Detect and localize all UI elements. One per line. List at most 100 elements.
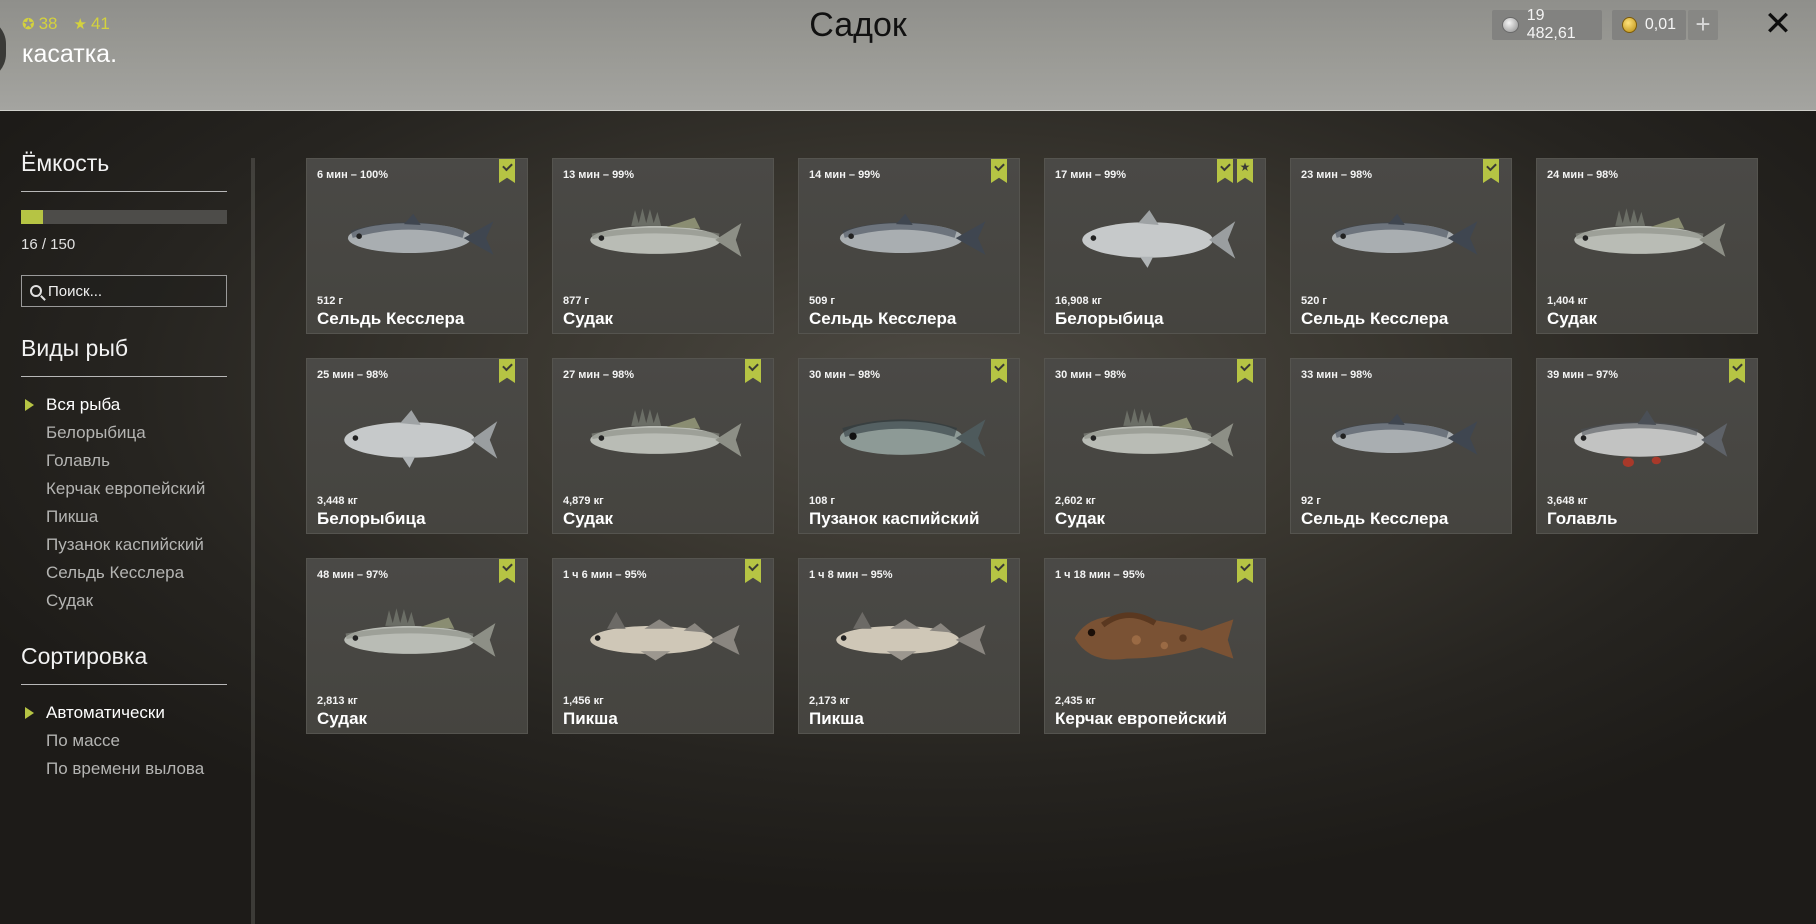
fish-card[interactable]: 17 мин – 99% ★ 16,908 кг Белорыбица [1044,158,1266,334]
fish-weight: 512 г [317,295,343,307]
checkmark-ribbon-icon [499,359,515,383]
add-currency-button[interactable]: + [1688,10,1718,40]
checkmark-ribbon-icon [499,159,515,183]
species-item[interactable]: Пикша [21,503,227,531]
fish-weight: 509 г [809,295,835,307]
fish-card[interactable]: 1 ч 8 мин – 95% 2,173 кг Пикша [798,558,1020,734]
catch-time-quality: 6 мин – 100% [317,169,389,181]
sort-item[interactable]: По массе [21,727,227,755]
fish-card[interactable]: 1 ч 6 мин – 95% 1,456 кг Пикша [552,558,774,734]
fish-card[interactable]: 23 мин – 98% 520 г Сельдь Кесслера [1290,158,1512,334]
fish-weight: 2,435 кг [1055,695,1096,707]
fish-card[interactable]: 33 мин – 98% 92 г Сельдь Кесслера [1290,358,1512,534]
herring-fish-image [1331,413,1478,455]
page-title: Садок [809,6,907,44]
fish-card[interactable]: 24 мин – 98% 1,404 кг Судак [1536,158,1758,334]
catch-time-quality: 48 мин – 97% [317,569,389,581]
badge-group [1483,159,1499,183]
fish-weight: 4,879 кг [563,495,604,507]
sidebar-divider [251,158,255,924]
checkmark-ribbon-icon [745,559,761,583]
fish-card[interactable]: 1 ч 18 мин – 95% 2,435 кг Керчак европейск… [1044,558,1266,734]
catch-time-quality: 13 мин – 99% [563,169,635,181]
fish-name: Голавль [1547,509,1618,528]
badge-group [1237,559,1253,583]
catch-time-quality: 27 мин – 98% [563,369,635,381]
badge-group [991,359,1007,383]
species-item[interactable]: Сельдь Кесслера [21,559,227,587]
sculpin-fish-image [1074,612,1234,660]
catch-time-quality: 24 мин – 98% [1547,169,1619,181]
gold-amount: 0,01 [1644,16,1676,33]
fish-name: Судак [563,509,614,528]
badge-group [745,559,761,583]
fish-card[interactable]: 48 мин – 97% 2,813 кг Судак [306,558,528,734]
zander-fish-image [344,608,496,657]
fish-card[interactable]: 13 мин – 99% 877 г Судак [552,158,774,334]
whitefish-fish-image [344,410,498,468]
silver-amount: 19 482,61 [1526,7,1576,42]
checkmark-ribbon-icon [745,359,761,383]
shad-fish-image [839,419,986,457]
fish-name: Судак [563,309,614,328]
selected-arrow-icon [25,707,34,719]
checkmark-ribbon-icon [1217,159,1233,183]
fish-name: Пикша [563,709,618,728]
fish-grid: 6 мин – 100% 512 г Сельдь Кесслера 13 мин –… [306,158,1762,734]
fish-card[interactable]: 27 мин – 98% 4,879 кг Судак [552,358,774,534]
species-item-label: Вся рыба [46,395,121,414]
haddock-fish-image [836,611,986,661]
top-bar: ✪ 38 ★ 41 касатка. Садок 19 482,61 0,01 … [0,0,1816,111]
search-input[interactable] [48,282,218,300]
species-item[interactable]: Судак [21,587,227,615]
sort-item-label: Автоматически [46,703,165,722]
fish-name: Сельдь Кесслера [1301,509,1449,528]
species-item[interactable]: Голавль [21,447,227,475]
filter-sidebar: Ёмкость 16 / 150 Виды рыб Вся рыба Белоры… [21,150,227,783]
fish-card[interactable]: 30 мин – 98% 2,602 кг Судак [1044,358,1266,534]
fish-name: Судак [1547,309,1598,328]
fish-name: Судак [317,709,368,728]
species-item[interactable]: Белорыбица [21,419,227,447]
fish-card[interactable]: 6 мин – 100% 512 г Сельдь Кесслера [306,158,528,334]
catch-time-quality: 30 мин – 98% [1055,369,1127,381]
checkmark-ribbon-icon [1729,359,1745,383]
sort-item-label: По времени вылова [46,759,205,778]
checkmark-ribbon-icon [991,359,1007,383]
close-button[interactable]: ✕ [1760,4,1796,44]
badge-group [991,559,1007,583]
herring-fish-image [347,213,494,255]
species-item[interactable]: Керчак европейский [21,475,227,503]
species-item-label: Пикша [46,507,99,526]
checkmark-ribbon-icon [1483,159,1499,183]
badge-group [991,159,1007,183]
fish-weight: 108 г [809,495,835,507]
fish-card[interactable]: 14 мин – 99% 509 г Сельдь Кесслера [798,158,1020,334]
search-icon [30,285,42,297]
badge-group [1729,359,1745,383]
capacity-bar [21,210,227,224]
species-item[interactable]: Вся рыба [21,391,227,419]
fish-card[interactable]: 25 мин – 98% 3,448 кг Белорыбица [306,358,528,534]
fish-weight: 2,173 кг [809,695,850,707]
species-item[interactable]: Пузанок каспийский [21,531,227,559]
sort-item[interactable]: По времени вылова [21,755,227,783]
chub-fish-image [1574,410,1728,467]
selected-arrow-icon [25,399,34,411]
haddock-fish-image [590,611,740,661]
species-list: Вся рыба Белорыбица Голавль Керчак европейс… [21,391,227,615]
catch-time-quality: 25 мин – 98% [317,369,389,381]
fish-card[interactable]: 30 мин – 98% 108 г Пузанок каспийский [798,358,1020,534]
checkmark-ribbon-icon [1237,359,1253,383]
fish-card[interactable]: 39 мин – 97% 3,648 кг Голавль [1536,358,1758,534]
catch-time-quality: 33 мин – 98% [1301,369,1373,381]
fish-name: Керчак европейский [1055,709,1228,728]
whitefish-fish-image [1082,210,1236,268]
checkmark-ribbon-icon [1237,559,1253,583]
search-box[interactable] [21,275,227,307]
silver-balance: 19 482,61 [1492,7,1602,42]
sort-item[interactable]: Автоматически [21,699,227,727]
checkmark-ribbon-icon [991,559,1007,583]
zander-fish-image [590,208,742,257]
fish-name: Сельдь Кесслера [809,309,957,328]
